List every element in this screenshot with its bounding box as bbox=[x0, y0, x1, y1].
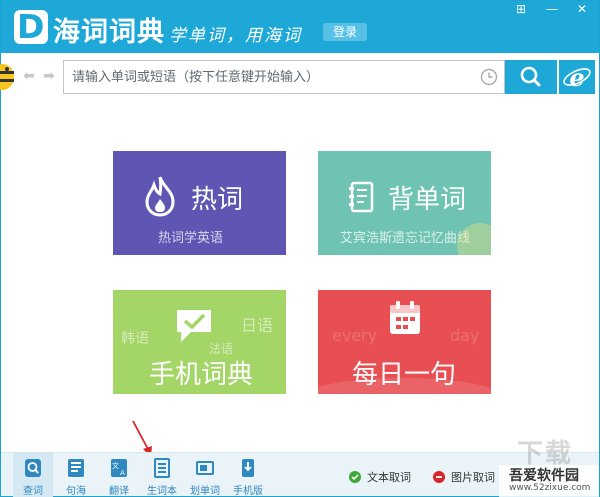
image-capture-label: 图片取词 bbox=[451, 471, 495, 484]
calendar-icon bbox=[390, 301, 420, 334]
tile-decoration bbox=[318, 378, 491, 394]
mobile-dictionary-tile[interactable]: 韩语 日语 法语 手机词典 bbox=[113, 290, 286, 394]
back-arrow-icon[interactable]: ⬅ bbox=[21, 69, 37, 83]
disabled-icon bbox=[433, 471, 445, 483]
image-capture-toggle[interactable]: 图片取词 bbox=[433, 469, 495, 484]
deco-korean: 韩语 bbox=[121, 331, 149, 347]
nav-highlight-word-label: 划单词 bbox=[190, 486, 220, 497]
app-title: 海词词典 bbox=[53, 17, 165, 48]
search-button[interactable] bbox=[505, 60, 557, 94]
minimize-icon[interactable]: — bbox=[542, 1, 562, 17]
memorize-words-subtitle: 艾宾浩斯遗忘记忆曲线 bbox=[340, 231, 471, 246]
nav-translate[interactable]: 文 A 翻译 bbox=[99, 453, 139, 497]
svg-text:e: e bbox=[569, 63, 584, 92]
highlight-word-icon bbox=[196, 461, 214, 475]
text-capture-label: 文本取词 bbox=[367, 471, 411, 484]
deco-japanese: 日语 bbox=[241, 316, 274, 335]
svg-text:文: 文 bbox=[112, 461, 119, 470]
mobile-dictionary-title: 手机词典 bbox=[149, 360, 254, 390]
deco-every: every bbox=[332, 326, 378, 345]
bee-mascot-icon bbox=[0, 64, 14, 90]
search-row: ⬅ ➡ e bbox=[0, 55, 599, 99]
svg-text:A: A bbox=[120, 469, 125, 477]
forward-arrow-icon[interactable]: ➡ bbox=[41, 69, 57, 83]
hot-words-tile[interactable]: 热词 热词学英语 bbox=[113, 151, 286, 255]
web-search-button[interactable]: e bbox=[559, 60, 595, 94]
memorize-words-tile[interactable]: 背单词 艾宾浩斯遗忘记忆曲线 bbox=[318, 151, 491, 255]
translate-icon: 文 A bbox=[111, 459, 127, 477]
nav-mobile-label: 手机版 bbox=[233, 486, 263, 497]
watermark-title: 吾爱软件园 bbox=[509, 468, 579, 484]
wordbook-icon bbox=[154, 458, 170, 478]
daily-sentence-tile[interactable]: every day 每日一句 bbox=[318, 290, 491, 394]
search-box bbox=[63, 60, 505, 94]
text-capture-toggle[interactable]: 文本取词 bbox=[349, 469, 411, 484]
nav-wordbook-label: 生词本 bbox=[147, 486, 177, 497]
history-clock-icon[interactable] bbox=[480, 68, 498, 86]
deco-day: day bbox=[450, 326, 480, 345]
nav-highlight-word[interactable]: 划单词 bbox=[185, 453, 225, 497]
logo: D bbox=[14, 7, 48, 46]
memorize-words-title: 背单词 bbox=[388, 185, 467, 215]
nav-lookup[interactable]: 查词 bbox=[13, 453, 53, 497]
check-icon bbox=[349, 471, 361, 483]
sentence-icon bbox=[68, 459, 84, 477]
search-dict-icon bbox=[25, 459, 41, 477]
hot-words-title: 热词 bbox=[191, 185, 244, 215]
nav-lookup-label: 查词 bbox=[23, 486, 43, 497]
nav-sentences[interactable]: 句海 bbox=[56, 453, 96, 497]
title-bar: D 海词词典 学单词，用海词 登录 ⊞ — ✕ bbox=[1, 1, 599, 53]
hot-words-subtitle: 热词学英语 bbox=[158, 231, 224, 246]
nav-sentences-label: 句海 bbox=[66, 486, 86, 497]
close-icon[interactable]: ✕ bbox=[572, 1, 592, 17]
logo-letter: D bbox=[17, 7, 45, 46]
watermark-url: www.52zixue.com bbox=[509, 483, 591, 493]
nav-wordbook[interactable]: 生词本 bbox=[142, 453, 182, 497]
mobile-icon bbox=[242, 459, 254, 477]
skin-icon[interactable]: ⊞ bbox=[511, 1, 531, 17]
nav-translate-label: 翻译 bbox=[109, 486, 129, 497]
flame-icon bbox=[145, 176, 175, 217]
nav-mobile[interactable]: 手机版 bbox=[228, 453, 268, 497]
search-icon bbox=[520, 66, 541, 87]
login-button[interactable]: 登录 bbox=[323, 23, 367, 41]
chat-check-icon bbox=[177, 310, 211, 342]
app-window: D 海词词典 学单词，用海词 登录 ⊞ — ✕ ⬅ ➡ 请输入单词或短语（按下任… bbox=[0, 0, 600, 497]
app-slogan: 学单词，用海词 bbox=[169, 26, 302, 46]
notebook-icon bbox=[349, 181, 374, 213]
browser-e-icon: e bbox=[563, 63, 591, 92]
search-input[interactable] bbox=[72, 67, 472, 87]
